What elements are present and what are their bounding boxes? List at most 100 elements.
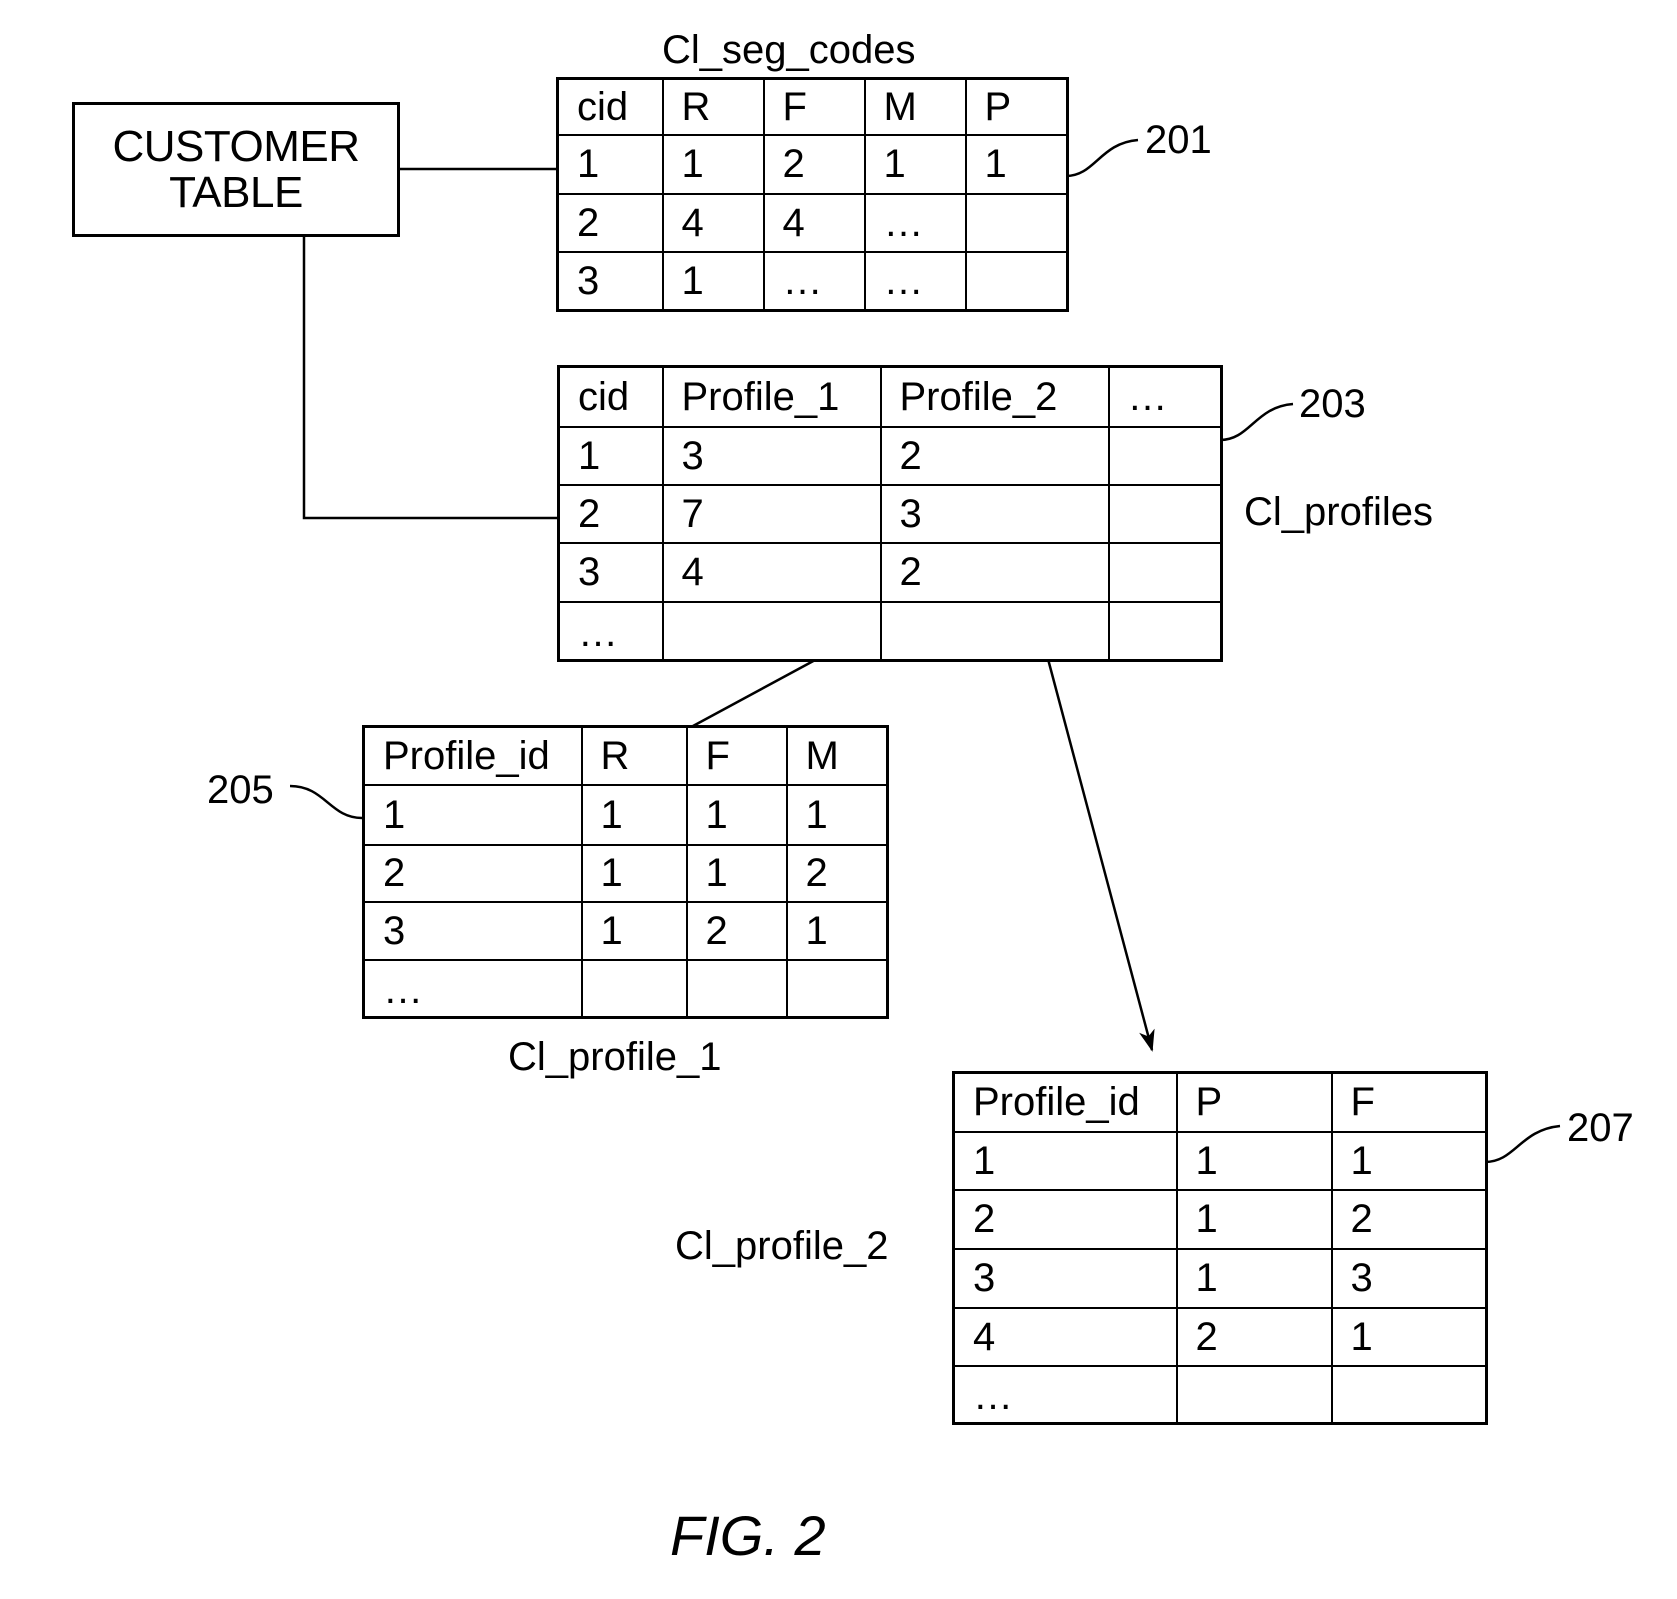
table-cell: 1 (1175, 1188, 1333, 1250)
table-row: … (362, 958, 889, 1019)
table-cell: 1 (785, 900, 889, 961)
table-header-row: Profile_id P F (952, 1071, 1488, 1133)
table-cell: … (863, 250, 967, 312)
table-cell (1107, 425, 1223, 486)
table-cell: 2 (762, 133, 866, 195)
table-cell (1175, 1364, 1333, 1425)
table-row: 212 (952, 1188, 1488, 1250)
profile-1-title: Cl_profile_1 (508, 1035, 722, 1079)
table-row: 273 (557, 483, 1223, 544)
table-cell: 3 (556, 250, 664, 312)
table-cell: 2 (685, 900, 788, 961)
table-cell (879, 600, 1110, 662)
arrow-profiles-to-profile-2 (1046, 658, 1155, 1052)
table-cell: 1 (661, 133, 765, 195)
leader-207 (1484, 1124, 1561, 1164)
table-cell: 2 (557, 483, 664, 544)
ref-201: 201 (1145, 118, 1212, 162)
column-header: F (1330, 1071, 1488, 1133)
column-header: … (1107, 365, 1223, 428)
table-cell: 1 (557, 425, 664, 486)
column-header: cid (557, 365, 664, 428)
table-cell (964, 250, 1069, 312)
table-cell: 1 (863, 133, 967, 195)
table-cell: 3 (1330, 1247, 1488, 1309)
table-header-row: cid R F M P (556, 77, 1069, 136)
table-cell: 3 (557, 541, 664, 603)
profile-2-title: Cl_profile_2 (675, 1224, 889, 1268)
table-cell (1107, 541, 1223, 603)
link-customer-to-profiles (302, 237, 557, 520)
table-row: 1111 (362, 783, 889, 846)
table-cell: 3 (661, 425, 882, 486)
table-cell: 2 (952, 1188, 1178, 1250)
table-cell: 7 (661, 483, 882, 544)
column-header: M (863, 77, 967, 136)
table-row: 132 (557, 425, 1223, 486)
table-row: … (557, 600, 1223, 662)
table-cell: 4 (762, 192, 866, 253)
profiles-table: cid Profile_1 Profile_2… 1 3 2 2 7 3 3 4 2… (557, 365, 1223, 662)
table-cell: 4 (661, 192, 765, 253)
table-cell: 2 (362, 843, 583, 903)
column-header: F (685, 725, 788, 786)
leader-203 (1219, 402, 1294, 442)
seg-codes-title: Cl_seg_codes (662, 28, 916, 72)
table-row: 11211 (556, 133, 1069, 195)
table-row: 2112 (362, 843, 889, 903)
table-cell: 1 (580, 783, 688, 846)
table-row: … (952, 1364, 1488, 1425)
table-cell: 1 (685, 783, 788, 846)
table-cell: 4 (661, 541, 882, 603)
table-cell: 2 (1330, 1188, 1488, 1250)
table-cell: 2 (879, 541, 1110, 603)
column-header: cid (556, 77, 664, 136)
table-cell: 2 (556, 192, 664, 253)
table-row: 3121 (362, 900, 889, 961)
table-cell (1330, 1364, 1488, 1425)
column-header: M (785, 725, 889, 786)
table-cell (1107, 600, 1223, 662)
column-header: P (1175, 1071, 1333, 1133)
table-row: 3 1…… (556, 250, 1069, 312)
table-header-row: Profile_id R F M (362, 725, 889, 786)
table-cell (964, 192, 1069, 253)
table-cell (685, 958, 788, 1019)
column-header: R (580, 725, 688, 786)
ref-205: 205 (207, 768, 274, 812)
profiles-title: Cl_profiles (1244, 490, 1433, 534)
table-cell (1107, 483, 1223, 544)
table-cell: … (762, 250, 866, 312)
table-header-row: cid Profile_1 Profile_2… (557, 365, 1223, 428)
table-cell: 2 (785, 843, 889, 903)
table-cell: 3 (952, 1247, 1178, 1309)
table-cell: 1 (964, 133, 1069, 195)
table-cell (785, 958, 889, 1019)
table-cell: 1 (1330, 1130, 1488, 1191)
table-cell: 1 (1175, 1247, 1333, 1309)
table-cell: 1 (580, 900, 688, 961)
table-cell: 1 (1330, 1306, 1488, 1367)
customer-table-label: CUSTOMER TABLE (112, 121, 360, 217)
table-row: 342 (557, 541, 1223, 603)
ref-203: 203 (1299, 382, 1366, 426)
column-header: Profile_id (362, 725, 583, 786)
table-row: 421 (952, 1306, 1488, 1367)
profile-1-table: Profile_id R F M 1 1 1 1 2 1 1 2 3 1 2 1… (362, 725, 889, 1019)
table-cell: 1 (661, 250, 765, 312)
table-cell: 1 (580, 843, 688, 903)
table-cell (661, 600, 882, 662)
column-header: P (964, 77, 1069, 136)
column-header: Profile_2 (879, 365, 1110, 428)
table-cell: 1 (785, 783, 889, 846)
table-cell: 2 (879, 425, 1110, 486)
table-row: 2 4 4… (556, 192, 1069, 253)
figure-caption: FIG. 2 (670, 1504, 826, 1567)
table-cell: 1 (952, 1130, 1178, 1191)
column-header: F (762, 77, 866, 136)
table-cell: … (863, 192, 967, 253)
table-cell: 3 (362, 900, 583, 961)
table-cell: 1 (556, 133, 664, 195)
table-cell: 1 (362, 783, 583, 846)
table-cell: … (557, 600, 664, 662)
